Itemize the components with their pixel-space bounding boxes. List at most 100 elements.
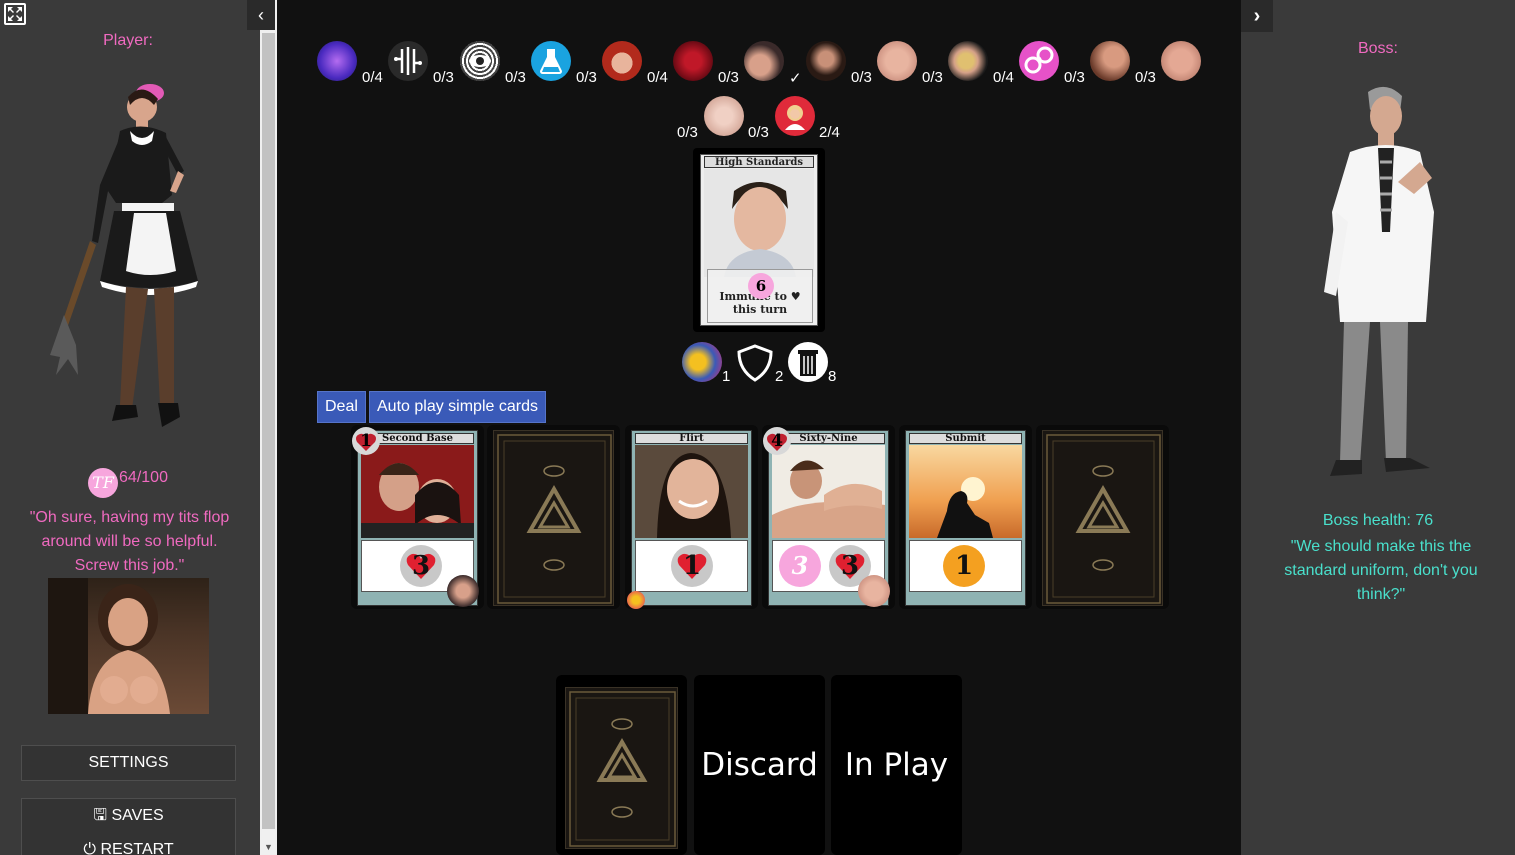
status-count: 0/3: [1064, 69, 1085, 86]
effect-value: 3: [840, 551, 860, 581]
hand-card[interactable]: Flirt 1: [625, 425, 758, 609]
shield-count: 2: [775, 368, 784, 385]
submit-effect-icon: 1: [943, 545, 985, 587]
in-play-pile[interactable]: In Play: [831, 675, 962, 855]
hand-card[interactable]: Sixty-Nine 3 3 4: [762, 425, 895, 609]
tf-meter: TF 64/100: [0, 468, 256, 498]
fullscreen-icon[interactable]: [4, 3, 26, 25]
status-count: 0/3: [748, 124, 769, 141]
boss-health: Boss health: 76: [1322, 512, 1434, 529]
card-cost-value: 1: [360, 431, 372, 451]
status-count: 0/3: [922, 69, 943, 86]
card-cost: 4: [763, 427, 791, 455]
status-count: 0/3: [718, 69, 739, 86]
restart-button[interactable]: ⏻ RESTART: [21, 833, 236, 855]
shield-icon[interactable]: [735, 342, 775, 382]
boss-card-face: High Standards Immune to ♥ this turn 6: [700, 154, 818, 326]
player-photo: [48, 578, 209, 714]
discard-label: Discard: [701, 747, 818, 783]
mouth-icon: [704, 96, 744, 136]
card-effect-area: 1: [635, 540, 748, 592]
deal-button[interactable]: Deal: [317, 391, 366, 423]
tf-value: 64/100: [119, 469, 168, 486]
heart-effect-icon: 1: [671, 545, 713, 587]
trash-count: 8: [828, 368, 837, 385]
lips-icon: [673, 41, 713, 81]
blonde-icon: [948, 41, 988, 81]
finger-icon: [1090, 41, 1130, 81]
draw-icon[interactable]: [682, 342, 722, 382]
draw-tag-icon: [627, 591, 645, 609]
player-character-image: [50, 84, 198, 427]
card-art: [361, 445, 474, 538]
boss-card-title: High Standards: [704, 156, 814, 168]
hand-card[interactable]: Submit 1: [899, 425, 1032, 609]
status-count: 0/4: [647, 69, 668, 86]
tf-effect-icon: 3: [779, 545, 821, 587]
card-title: Flirt: [635, 433, 748, 444]
player-label: Player:: [103, 32, 153, 49]
card-title: Submit: [909, 433, 1022, 444]
maid-icon: [775, 96, 815, 136]
collapse-right-chevron-icon[interactable]: ›: [1241, 0, 1273, 32]
card-cost: 1: [352, 427, 380, 455]
handcuffs-icon: [1019, 41, 1059, 81]
status-count: ✓: [789, 70, 802, 87]
skin-tag-icon: [858, 575, 890, 607]
skin-icon: [877, 41, 917, 81]
in-play-label: In Play: [844, 747, 949, 783]
boss-card-art: [704, 169, 814, 277]
restart-label: RESTART: [100, 841, 174, 855]
scroll-down-arrow-icon[interactable]: ▼: [261, 842, 276, 852]
scrollbar-thumb[interactable]: [262, 33, 275, 829]
trash-icon[interactable]: [788, 342, 828, 382]
body-icon: [744, 41, 784, 81]
draw-pile-back: [565, 687, 678, 849]
effect-value: 3: [411, 551, 431, 581]
settings-button[interactable]: SETTINGS: [21, 745, 236, 781]
heart-effect-icon: 3: [400, 545, 442, 587]
status-count: 0/3: [505, 69, 526, 86]
body-tag-icon: [447, 575, 479, 607]
potion-icon: [531, 41, 571, 81]
saves-button[interactable]: 🖫 SAVES: [21, 798, 236, 834]
boss-character-image: [1324, 86, 1434, 476]
card-art: [772, 445, 885, 538]
boss-label: Boss:: [1357, 40, 1398, 57]
card-face: Submit 1: [905, 430, 1026, 606]
effect-tf-value: 3: [791, 551, 809, 580]
status-count: 0/4: [993, 69, 1014, 86]
card-back: [493, 430, 614, 606]
floppy-icon: 🖫: [93, 807, 112, 824]
card-cost-value: 4: [771, 431, 783, 451]
card-art: [635, 445, 748, 538]
status-count: 0/3: [433, 69, 454, 86]
status-count: 2/4: [819, 124, 840, 141]
circuit-icon: [388, 41, 428, 81]
boss-quote: "We should make this the standard unifor…: [1284, 538, 1478, 603]
tf-badge: TF: [88, 468, 119, 498]
card-face: Flirt 1: [631, 430, 752, 606]
status-count: 0/3: [851, 69, 872, 86]
hand-card-facedown[interactable]: [1036, 425, 1169, 609]
status-count: 0/3: [677, 124, 698, 141]
status-count: 0/3: [576, 69, 597, 86]
brain-icon: [317, 41, 357, 81]
effect-value: 1: [682, 551, 702, 581]
saves-label: SAVES: [111, 807, 164, 824]
hand-card-facedown[interactable]: [487, 425, 620, 609]
boss-card[interactable]: High Standards Immune to ♥ this turn 6: [693, 148, 825, 332]
hand-card[interactable]: Second Base 3 1: [351, 425, 484, 609]
collapse-left-chevron-icon[interactable]: ‹: [247, 0, 275, 30]
power-icon: ⏻: [83, 841, 101, 855]
dark-woman-icon: [806, 41, 846, 81]
status-count: 0/3: [1135, 69, 1156, 86]
effect-value: 1: [954, 551, 974, 581]
tongue-icon: [1161, 41, 1201, 81]
status-count: 0/4: [362, 69, 383, 86]
draw-pile[interactable]: [556, 675, 687, 855]
game-screen: Player: TF 64/100 "Oh sure, having my tit…: [0, 0, 1515, 855]
discard-pile[interactable]: Discard: [694, 675, 825, 855]
card-back: [1042, 430, 1163, 606]
autoplay-button[interactable]: Auto play simple cards: [369, 391, 546, 423]
